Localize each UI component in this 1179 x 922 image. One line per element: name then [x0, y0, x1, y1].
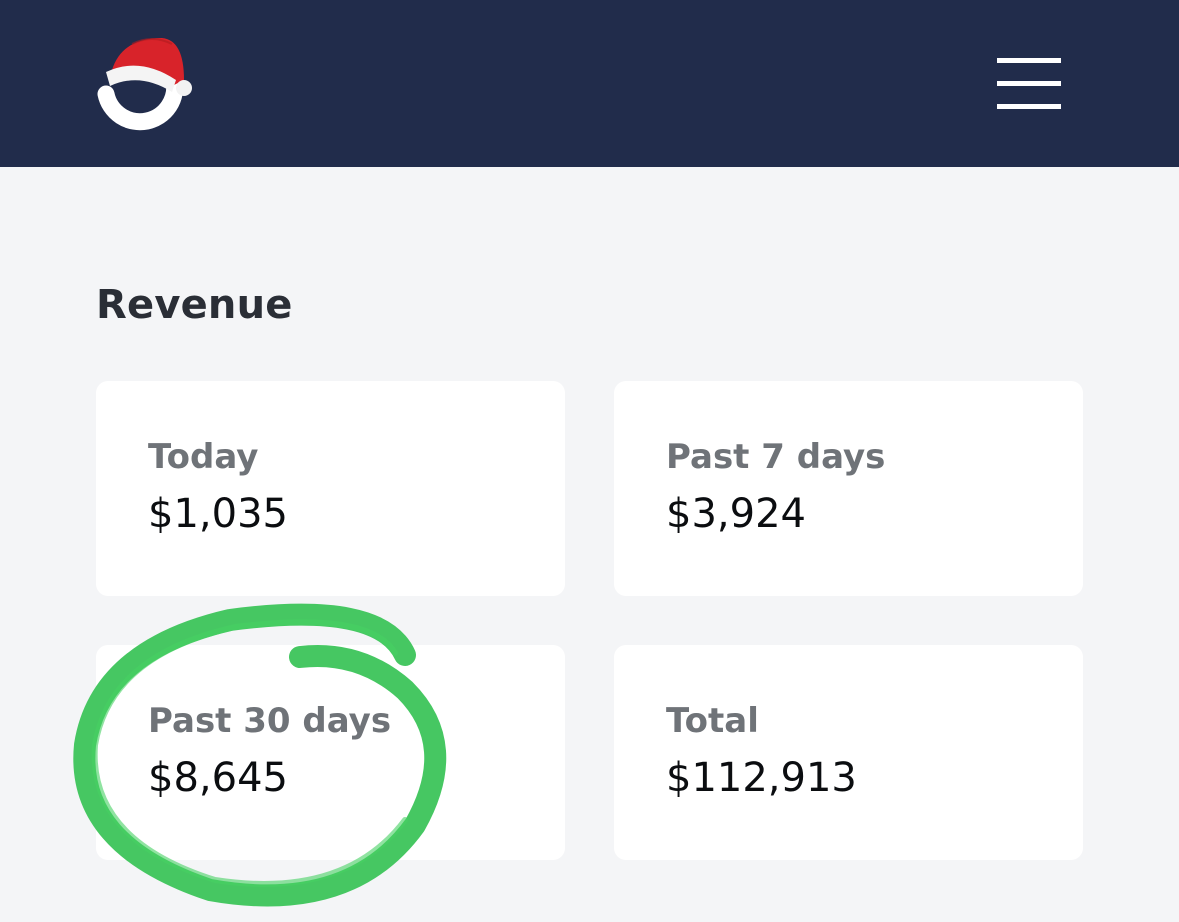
- santa-hat-logo-icon[interactable]: [92, 30, 202, 140]
- revenue-title: Revenue: [96, 282, 293, 328]
- card-value: $8,645: [148, 755, 288, 801]
- card-label: Total: [666, 701, 759, 741]
- card-label: Today: [148, 437, 259, 477]
- card-value: $3,924: [666, 491, 806, 537]
- revenue-card-total: Total $112,913: [614, 645, 1083, 860]
- hamburger-menu-icon[interactable]: [994, 56, 1064, 112]
- card-value: $1,035: [148, 491, 288, 537]
- card-label: Past 7 days: [666, 437, 886, 477]
- revenue-card-today: Today $1,035: [96, 381, 565, 596]
- revenue-card-past-7-days: Past 7 days $3,924: [614, 381, 1083, 596]
- card-label: Past 30 days: [148, 701, 392, 741]
- card-value: $112,913: [666, 755, 857, 801]
- top-nav-bar: [0, 0, 1179, 167]
- revenue-card-past-30-days: Past 30 days $8,645: [96, 645, 565, 860]
